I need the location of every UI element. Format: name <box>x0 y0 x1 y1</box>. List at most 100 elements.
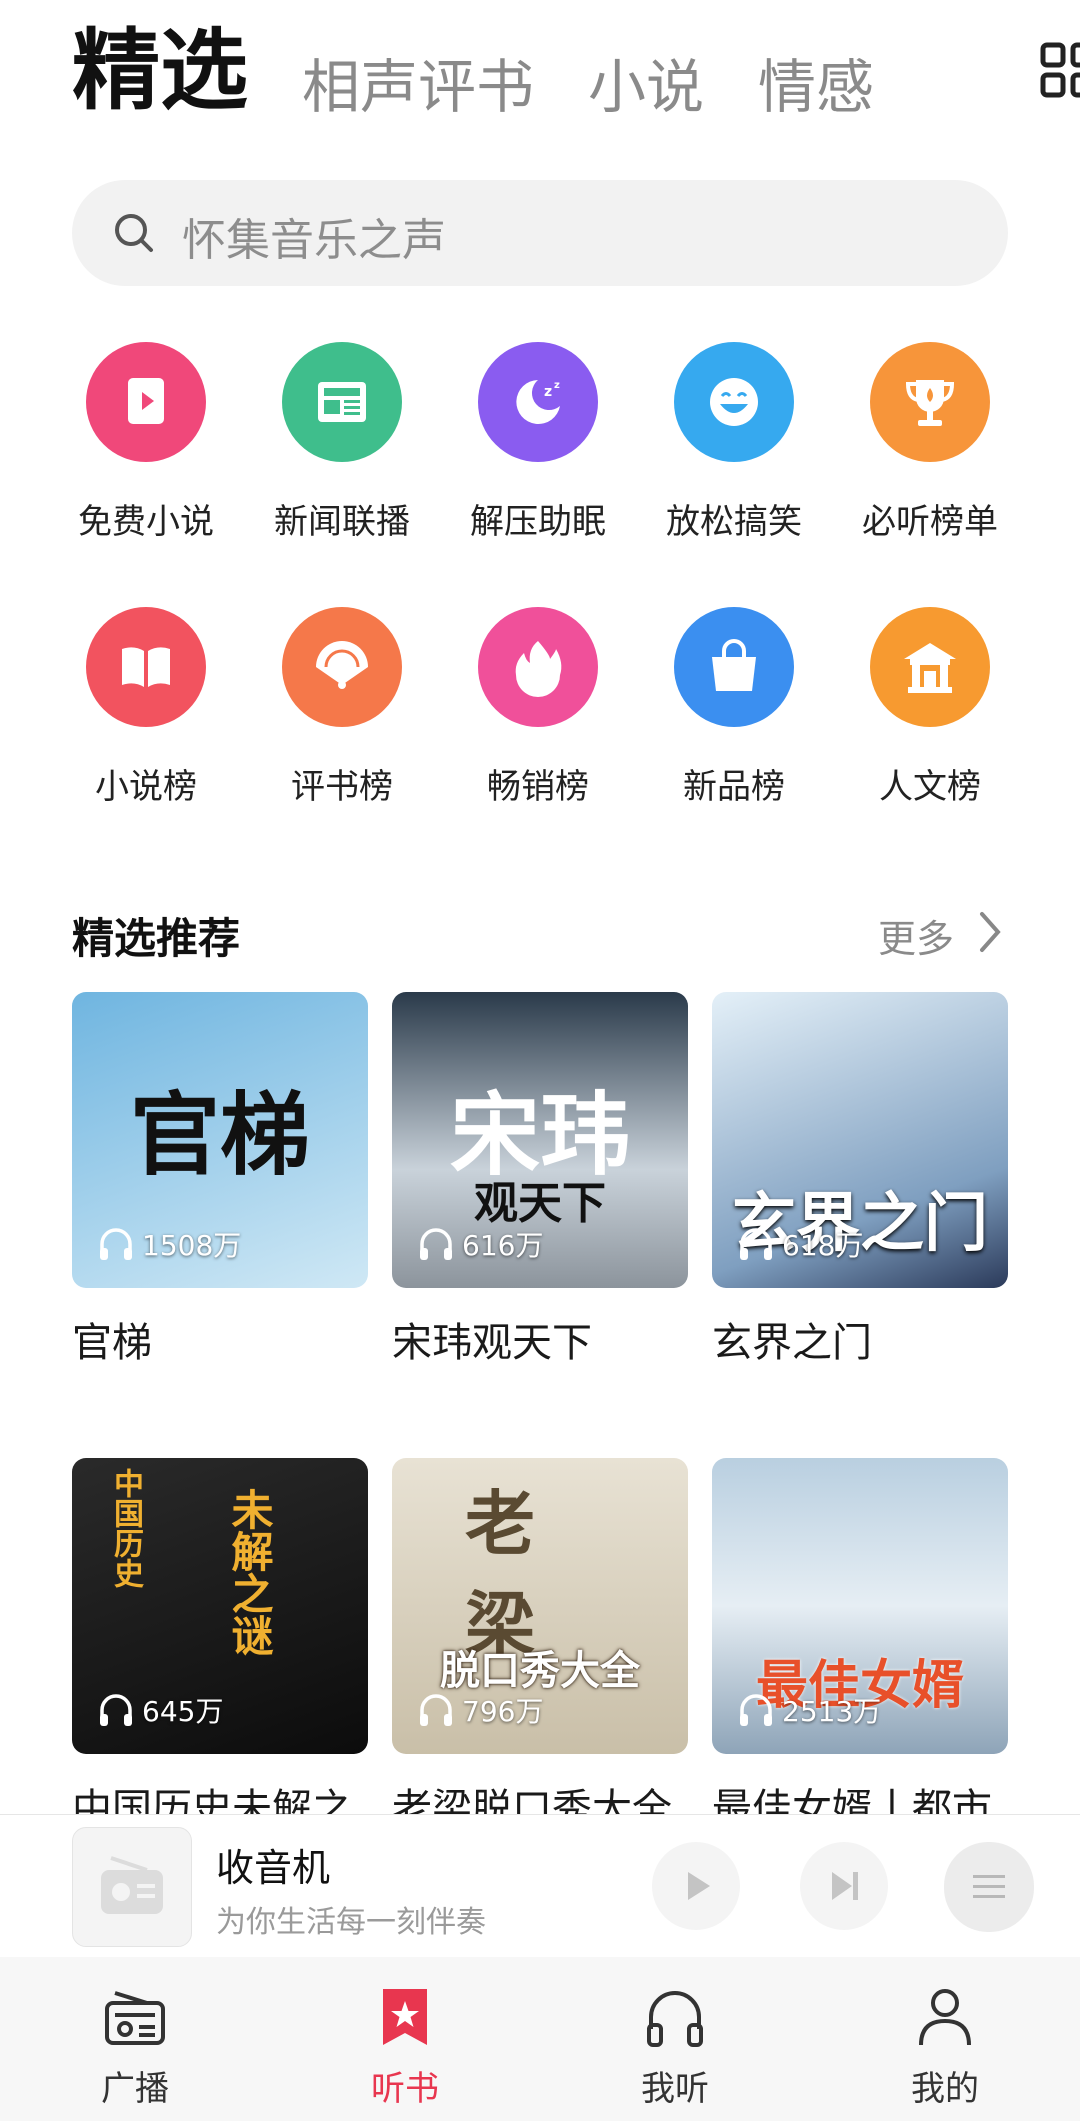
cover-title: 未解之谜 <box>225 1488 274 1656</box>
book-card-guanti[interactable]: 官梯 1508万 官梯 <box>72 992 368 1368</box>
section-title: 精选推荐 <box>72 914 241 963</box>
category-label: 解压助眠 <box>470 502 606 542</box>
list-icon <box>973 1875 1005 1898</box>
category-new-rank[interactable]: 新品榜 <box>636 607 832 808</box>
svg-text:z: z <box>554 380 560 391</box>
person-icon <box>919 1989 971 2046</box>
nav-label: 广播 <box>101 2069 169 2109</box>
book-card-best-son-in-law[interactable]: 最佳女婿 2513万 最佳女婿丨都市 <box>712 1458 1008 1834</box>
moon-sleep-icon: zz <box>478 342 598 462</box>
book-cover: 玄界之门 618万 <box>712 992 1008 1288</box>
play-count: 796万 <box>416 1690 543 1730</box>
svg-text:z: z <box>544 384 552 400</box>
play-count: 1508万 <box>96 1224 241 1264</box>
play-icon <box>688 1872 710 1900</box>
nav-label: 我听 <box>641 2069 709 2109</box>
fan-icon <box>282 607 402 727</box>
book-cover: 最佳女婿 2513万 <box>712 1458 1008 1754</box>
category-label: 小说榜 <box>95 767 197 807</box>
laugh-face-icon <box>674 342 794 462</box>
search-bar[interactable]: 怀集音乐之声 <box>72 180 1008 286</box>
video-book-icon <box>86 342 206 462</box>
radio-icon <box>105 1991 165 2045</box>
cover-subtitle: 脱口秀大全 <box>440 1647 640 1694</box>
cover-subtitle: 观天下 <box>474 1178 606 1229</box>
bottom-nav: 广播 听书 我听 我的 <box>0 1957 1080 2121</box>
player-title: 收音机 <box>216 1846 331 1890</box>
book-title: 玄界之门 <box>712 1320 872 1366</box>
search-icon <box>112 211 156 255</box>
category-humanities-rank[interactable]: 人文榜 <box>832 607 1028 808</box>
book-cover: 宋玮 观天下 616万 <box>392 992 688 1288</box>
category-label: 人文榜 <box>879 767 981 807</box>
book-card-songwei[interactable]: 宋玮 观天下 616万 宋玮观天下 <box>392 992 688 1368</box>
book-cover: 老梁 脱口秀大全 796万 <box>392 1458 688 1754</box>
book-card-xuanjie[interactable]: 玄界之门 618万 玄界之门 <box>712 992 1008 1368</box>
tab-crosstalk[interactable]: 相声评书 <box>302 40 534 124</box>
cover-subtitle: 中国历史 <box>108 1468 143 1588</box>
search-placeholder: 怀集音乐之声 <box>182 215 446 266</box>
radio-thumbnail <box>72 1827 192 1947</box>
player-subtitle: 为你生活每一刻伴奏 <box>216 1905 486 1940</box>
category-label: 免费小说 <box>78 502 214 542</box>
nav-my-listening[interactable]: 我听 <box>540 1957 810 2121</box>
next-button[interactable] <box>800 1842 888 1930</box>
category-label: 新闻联播 <box>274 502 410 542</box>
skip-next-icon <box>832 1872 858 1900</box>
grid-menu-icon[interactable] <box>1040 42 1080 98</box>
headphones-small-icon <box>740 1694 772 1726</box>
category-news[interactable]: 新闻联播 <box>244 342 440 543</box>
book-card-china-history[interactable]: 未解之谜 中国历史 645万 中国历史未解之 <box>72 1458 368 1834</box>
headphones-small-icon <box>420 1228 452 1260</box>
trophy-icon <box>870 342 990 462</box>
category-label: 必听榜单 <box>862 502 998 542</box>
bookmark-star-icon <box>383 1989 427 2045</box>
category-must-listen[interactable]: 必听榜单 <box>832 342 1028 543</box>
play-count: 645万 <box>96 1690 223 1730</box>
mini-player[interactable]: 收音机 为你生活每一刻伴奏 <box>0 1814 1080 1957</box>
category-label: 评书榜 <box>291 767 393 807</box>
category-novel-rank[interactable]: 小说榜 <box>48 607 244 808</box>
play-count: 616万 <box>416 1224 543 1264</box>
category-label: 畅销榜 <box>487 767 589 807</box>
tab-featured[interactable]: 精选 <box>72 0 248 127</box>
nav-label: 我的 <box>911 2069 979 2109</box>
headphones-icon <box>647 1991 703 2047</box>
headphones-small-icon <box>100 1228 132 1260</box>
play-count: 2513万 <box>736 1690 881 1730</box>
shopping-bag-icon <box>674 607 794 727</box>
nav-audiobooks[interactable]: 听书 <box>270 1957 540 2121</box>
nav-label: 听书 <box>371 2069 439 2109</box>
category-sleep[interactable]: zz 解压助眠 <box>440 342 636 543</box>
play-button[interactable] <box>652 1842 740 1930</box>
pavilion-icon <box>870 607 990 727</box>
category-label: 新品榜 <box>683 767 785 807</box>
top-tab-bar: 精选 相声评书 小说 情感 <box>72 0 1080 122</box>
category-funny[interactable]: 放松搞笑 <box>636 342 832 543</box>
tab-emotion[interactable]: 情感 <box>758 40 874 124</box>
flame-icon <box>478 607 598 727</box>
category-bestseller-rank[interactable]: 畅销榜 <box>440 607 636 808</box>
cover-title: 官梯 <box>130 1082 310 1188</box>
book-title: 官梯 <box>72 1320 152 1366</box>
nav-broadcast[interactable]: 广播 <box>0 1957 270 2121</box>
playlist-button[interactable] <box>944 1842 1034 1932</box>
headphones-small-icon <box>420 1694 452 1726</box>
nav-profile[interactable]: 我的 <box>810 1957 1080 2121</box>
category-free-novel[interactable]: 免费小说 <box>48 342 244 543</box>
book-cover: 未解之谜 中国历史 645万 <box>72 1458 368 1754</box>
tab-novel[interactable]: 小说 <box>588 40 704 124</box>
open-book-icon <box>86 607 206 727</box>
category-label: 放松搞笑 <box>666 502 802 542</box>
chevron-right-icon[interactable] <box>978 910 1002 954</box>
category-storytelling-rank[interactable]: 评书榜 <box>244 607 440 808</box>
radio-icon <box>101 1856 163 1914</box>
book-card-laoliang[interactable]: 老梁 脱口秀大全 796万 老梁脱口秀大全 <box>392 1458 688 1834</box>
book-title: 宋玮观天下 <box>392 1320 592 1366</box>
headphones-small-icon <box>100 1694 132 1726</box>
book-cover: 官梯 1508万 <box>72 992 368 1288</box>
more-link[interactable]: 更多 <box>878 908 954 963</box>
play-count: 618万 <box>736 1224 863 1264</box>
news-icon <box>282 342 402 462</box>
headphones-small-icon <box>740 1228 772 1260</box>
